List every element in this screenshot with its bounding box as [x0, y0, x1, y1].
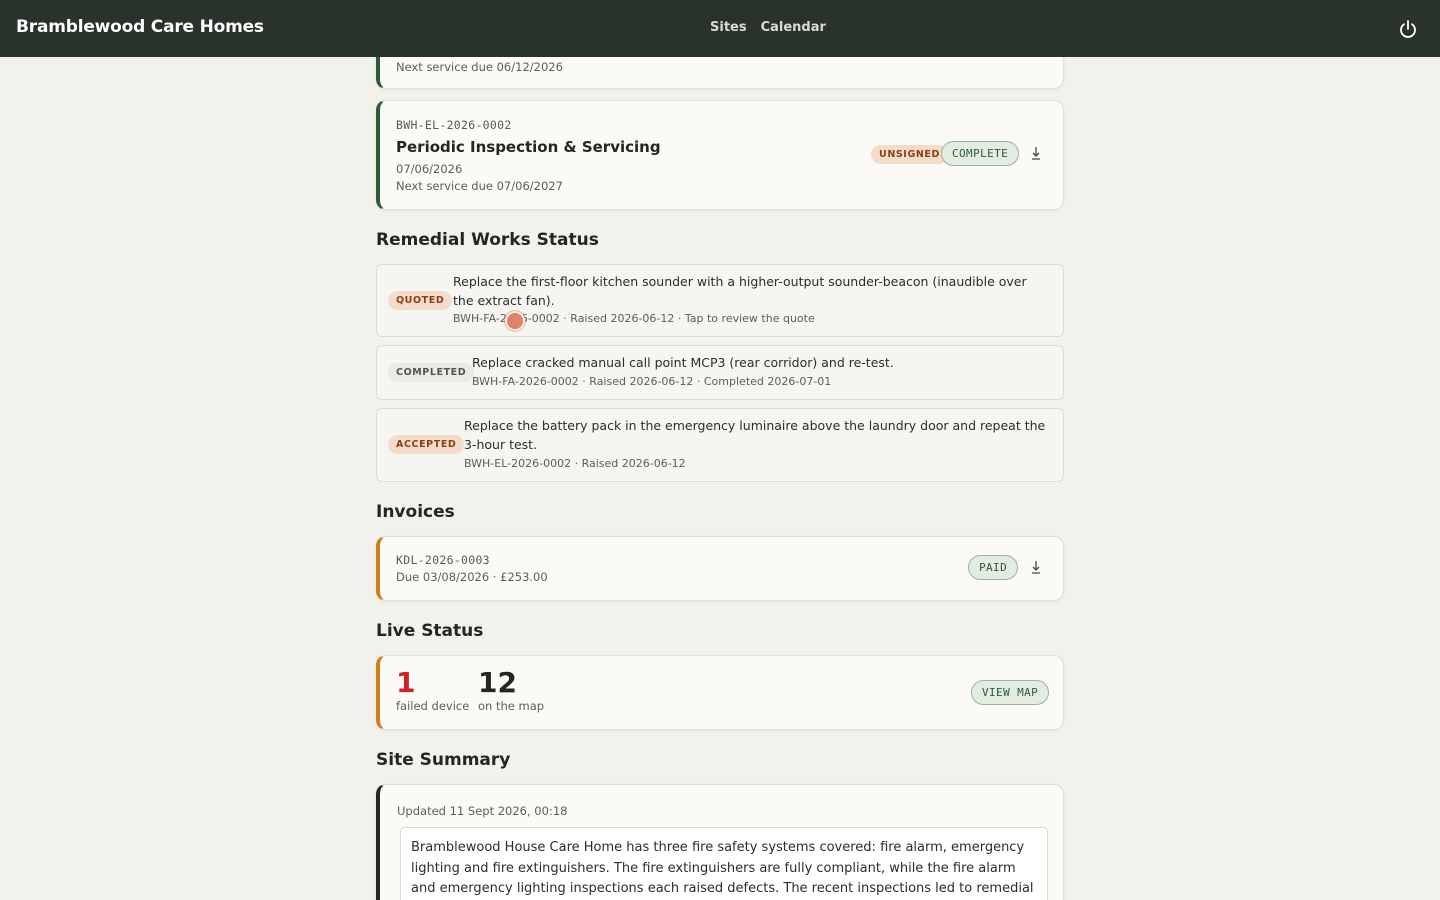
- remedial-text: Replace the first-floor kitchen sounder …: [453, 274, 1027, 308]
- download-icon[interactable]: [1029, 560, 1043, 576]
- nav-sites[interactable]: Sites: [710, 20, 747, 35]
- invoice-status-badge: PAID: [968, 555, 1019, 580]
- certificate-card[interactable]: BWH-EL-2026-0002 Periodic Inspection & S…: [376, 100, 1064, 210]
- main-nav: Sites Calendar: [710, 20, 826, 35]
- invoice-meta: Due 03/08/2026 · £253.00: [396, 570, 548, 584]
- view-map-button[interactable]: VIEW MAP: [971, 680, 1050, 705]
- invoices-heading: Invoices: [376, 502, 455, 522]
- site-summary-card: Updated 11 Sept 2026, 00:18 Bramblewood …: [376, 784, 1064, 900]
- next-service-text: Next service due 06/12/2026: [396, 60, 563, 74]
- remedial-status-badge: QUOTED: [388, 291, 453, 310]
- site-summary-heading: Site Summary: [376, 750, 511, 770]
- remedial-status-badge: COMPLETED: [388, 363, 475, 382]
- remedial-status-badge: ACCEPTED: [388, 435, 465, 454]
- tap-indicator: [505, 311, 525, 331]
- remedial-item[interactable]: COMPLETED Replace cracked manual call po…: [376, 345, 1064, 400]
- live-status-card: 1 failed device 12 on the map VIEW MAP: [376, 655, 1064, 730]
- summary-updated: Updated 11 Sept 2026, 00:18: [397, 804, 568, 818]
- download-icon[interactable]: [1029, 146, 1043, 162]
- failed-device-label: failed device: [396, 699, 470, 713]
- status-badge: COMPLETE: [941, 141, 1020, 166]
- certificate-title: Periodic Inspection & Servicing: [396, 138, 661, 156]
- failed-device-count: 1: [396, 666, 416, 699]
- map-device-count: 12: [478, 666, 517, 699]
- next-service-text: Next service due 07/06/2027: [396, 179, 563, 193]
- remedial-item[interactable]: QUOTED Replace the first-floor kitchen s…: [376, 264, 1064, 337]
- content-column: Next service due 06/12/2026 BWH-EL-2026-…: [376, 0, 1064, 900]
- certificate-date: 07/06/2026: [396, 162, 463, 176]
- app-title[interactable]: Bramblewood Care Homes: [16, 17, 264, 37]
- remedial-text: Replace cracked manual call point MCP3 (…: [472, 355, 894, 370]
- remedial-item[interactable]: ACCEPTED Replace the battery pack in the…: [376, 408, 1064, 482]
- unsigned-badge: UNSIGNED: [871, 145, 948, 164]
- certificate-ref: BWH-EL-2026-0002: [396, 118, 512, 132]
- invoice-ref: KDL-2026-0003: [396, 553, 490, 567]
- invoice-card[interactable]: KDL-2026-0003 Due 03/08/2026 · £253.00 P…: [376, 536, 1064, 601]
- remedial-meta: BWH-FA-2026-0002 · Raised 2026-06-12 · C…: [472, 375, 832, 388]
- nav-calendar[interactable]: Calendar: [761, 20, 826, 35]
- top-bar: Bramblewood Care Homes Sites Calendar: [0, 0, 1440, 57]
- map-device-label: on the map: [478, 699, 545, 713]
- power-icon[interactable]: [1398, 19, 1418, 39]
- remedial-meta: BWH-EL-2026-0002 · Raised 2026-06-12: [464, 457, 686, 470]
- summary-text: Bramblewood House Care Home has three fi…: [400, 827, 1048, 900]
- live-status-heading: Live Status: [376, 621, 484, 641]
- remedial-text: Replace the battery pack in the emergenc…: [464, 418, 1046, 452]
- remedial-heading: Remedial Works Status: [376, 230, 599, 250]
